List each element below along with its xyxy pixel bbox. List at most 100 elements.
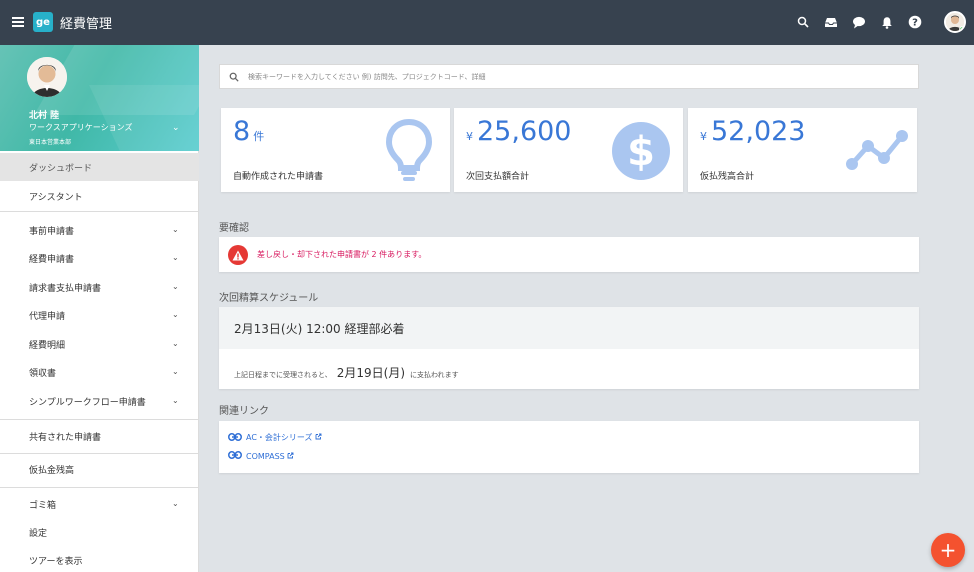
nav-divider [0,487,199,488]
nav-divider [0,211,199,212]
card-advance-balance[interactable]: ¥52,023 仮払残高合計 [688,108,917,192]
app-logo: ge [33,12,53,32]
profile-avatar [27,57,67,97]
card-caption: 仮払残高合計 [700,172,755,182]
inbox-icon[interactable] [823,14,839,30]
search-icon[interactable] [795,14,811,30]
schedule-header-band: 2月13日(火) 12:00 経理部必着 [219,307,919,349]
card-value: ¥25,600 [466,116,571,147]
alert-message[interactable]: 差し戻し・却下された申請書が 2 件あります。 [257,249,426,260]
chevron-down-icon: ⌄ [172,282,179,291]
search-placeholder: 検索キーワードを入力してください 例) 訪問先、プロジェクトコード、詳細 [248,72,486,81]
warning-icon [228,245,248,265]
nav-settings[interactable]: 設定 [0,518,199,546]
nav-label: ダッシュボード [29,163,93,174]
nav-label: 設定 [29,528,48,539]
external-link-icon [315,433,322,442]
nav-label: シンプルワークフロー申請書 [29,397,146,408]
card-auto-created[interactable]: 8件 自動作成された申請書 [221,108,450,192]
chat-icon[interactable] [851,14,867,30]
nav-shared-applications[interactable]: 共有された申請書 [0,422,199,450]
nav-trash[interactable]: ゴミ箱 ⌄ [0,490,199,518]
link-ac-accounting[interactable]: AC・会計シリーズ [228,432,322,443]
user-avatar-button[interactable] [944,11,966,33]
nav-label: 事前申請書 [29,226,75,237]
user-name: 北村 陸 [29,111,60,121]
add-button[interactable]: + [931,533,965,567]
nav-label: 仮払金残高 [29,465,75,476]
card-number: 25,600 [477,116,572,147]
user-company: ワークスアプリケーションズ [29,123,133,132]
online-status-dot [959,26,964,31]
nav-divider [0,419,199,420]
nav-label: 請求書支払申請書 [29,283,102,294]
link-icon [228,451,242,461]
chevron-down-icon: ⌄ [172,367,179,376]
nav-expense-application[interactable]: 経費申請書 ⌄ [0,244,199,272]
bell-icon[interactable] [879,14,895,30]
help-icon[interactable]: ? [907,14,923,30]
external-link-icon [287,452,294,461]
card-currency: ¥ [466,130,473,143]
search-icon [220,72,248,82]
plus-icon: + [939,538,957,562]
schedule-panel: 2月13日(火) 12:00 経理部必着 上記日程までに受理されると、 2月19… [219,307,919,389]
nav-assistant[interactable]: アシスタント [0,182,199,210]
nav-label: 代理申請 [29,311,66,322]
card-caption: 自動作成された申請書 [233,172,324,182]
user-department: 東日本営業本部 [29,139,72,146]
chevron-down-icon: ⌄ [172,253,179,262]
nav-label: アシスタント [29,192,83,203]
dollar-icon: $ [612,122,670,184]
card-currency: ¥ [700,130,707,143]
nav-advance-balance[interactable]: 仮払金残高 [0,455,199,483]
card-value: ¥52,023 [700,116,805,147]
alert-panel[interactable]: 差し戻し・却下された申請書が 2 件あります。 [219,237,919,272]
link-label: AC・会計シリーズ [246,433,313,442]
card-unit: 件 [253,130,265,143]
profile-bg-facet [89,85,199,151]
app-title: 経費管理 [60,17,113,32]
nav-show-tour[interactable]: ツアーを表示 [0,546,199,572]
trend-chart-icon [846,130,908,176]
section-title-schedule: 次回精算スケジュール [219,293,319,304]
nav-pre-application[interactable]: 事前申請書 ⌄ [0,216,199,244]
chevron-down-icon[interactable]: ⌄ [172,123,180,133]
nav-label: 領収書 [29,368,57,379]
links-panel: AC・会計シリーズ COMPASS [219,421,919,473]
nav-simple-workflow[interactable]: シンプルワークフロー申請書 ⌄ [0,387,199,415]
chevron-down-icon: ⌄ [172,339,179,348]
card-number: 52,023 [711,116,806,147]
schedule-deadline: 2月13日(火) 12:00 経理部必着 [234,322,405,336]
sidebar: 北村 陸 ワークスアプリケーションズ 東日本営業本部 ⌄ ダッシュボード アシス… [0,45,199,572]
nav-proxy-application[interactable]: 代理申請 ⌄ [0,301,199,329]
schedule-payment-date: 2月19日(月) [336,366,406,380]
chevron-down-icon: ⌄ [172,225,179,234]
user-profile-panel[interactable]: 北村 陸 ワークスアプリケーションズ 東日本営業本部 ⌄ [0,45,199,151]
top-bar: ge 経費管理 ? [0,0,974,45]
nav-label: 経費申請書 [29,254,75,265]
card-number: 8 [233,116,251,147]
lightbulb-icon [385,118,433,187]
nav-divider [0,453,199,454]
nav-label: 経費明細 [29,340,66,351]
section-title-confirmation: 要確認 [219,223,249,234]
section-title-links: 関連リンク [219,406,269,417]
nav-label: ツアーを表示 [29,556,83,567]
link-icon [228,432,242,443]
search-input[interactable]: 検索キーワードを入力してください 例) 訪問先、プロジェクトコード、詳細 [219,64,919,89]
chevron-down-icon: ⌄ [172,499,179,508]
card-next-payment[interactable]: ¥25,600 次回支払額合計 $ [454,108,683,192]
schedule-note-prefix: 上記日程までに受理されると、 [234,371,332,379]
nav-dashboard[interactable]: ダッシュボード [0,153,199,181]
link-label: COMPASS [246,451,285,461]
svg-text:?: ? [912,18,918,29]
menu-icon[interactable] [12,17,24,27]
nav-expense-details[interactable]: 経費明細 ⌄ [0,330,199,358]
nav-invoice-payment[interactable]: 請求書支払申請書 ⌄ [0,273,199,301]
link-compass[interactable]: COMPASS [228,451,294,461]
schedule-note: 上記日程までに受理されると、 2月19日(月) に支払われます [234,364,459,381]
nav-receipts[interactable]: 領収書 ⌄ [0,358,199,386]
chevron-down-icon: ⌄ [172,396,179,405]
chevron-down-icon: ⌄ [172,310,179,319]
